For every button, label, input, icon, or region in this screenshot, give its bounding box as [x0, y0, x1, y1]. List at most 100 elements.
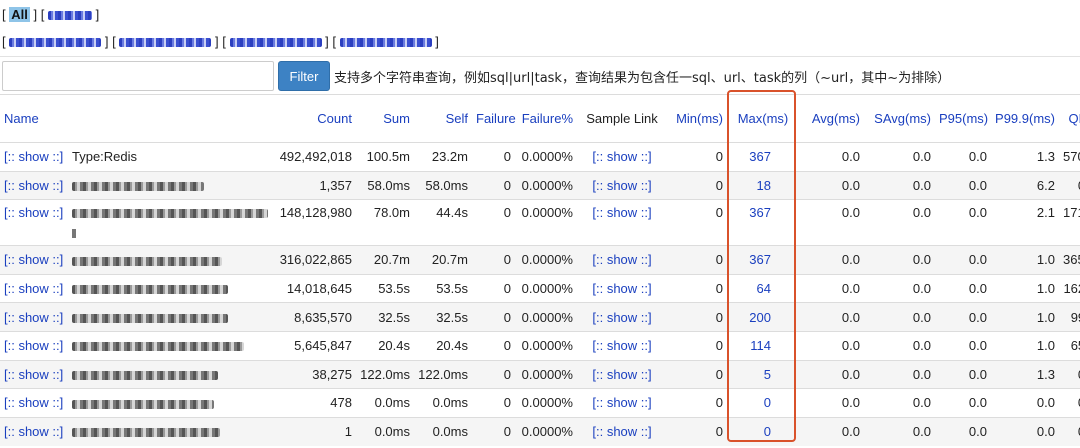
- ip-link-redacted[interactable]: [9, 38, 102, 48]
- sample-link[interactable]: [:: show ::]: [577, 359, 667, 389]
- type-name: [68, 199, 270, 246]
- table-row: [:: show ::] 1 0.0ms 0.0ms 0 0.0000% [:: show …: [0, 416, 1080, 446]
- sort-count-header[interactable]: Count: [317, 111, 352, 126]
- bracket: ]: [104, 34, 109, 49]
- bracket: [: [2, 7, 6, 22]
- min-cell: 0: [667, 388, 727, 418]
- sample-link[interactable]: [:: show ::]: [577, 199, 667, 246]
- sample-link[interactable]: [:: show ::]: [577, 245, 667, 275]
- sample-link-header: Sample Link: [577, 94, 667, 143]
- filter-all-link[interactable]: All: [9, 7, 30, 22]
- sort-sum-header[interactable]: Sum: [383, 111, 410, 126]
- min-cell: 0: [667, 416, 727, 446]
- qps-cell: 3657.7: [1059, 245, 1080, 275]
- sample-link[interactable]: [:: show ::]: [577, 273, 667, 303]
- show-link[interactable]: [:: show ::]: [0, 330, 68, 361]
- table-row: [:: show ::] 1,357 58.0ms 58.0ms 0 0.0000% [::…: [0, 170, 1080, 200]
- sum-cell: 0.0ms: [356, 388, 414, 418]
- max-link[interactable]: 0: [727, 416, 799, 446]
- qps-cell: 0.0: [1059, 388, 1080, 418]
- failure-cell: 0: [472, 142, 515, 172]
- sample-link[interactable]: [:: show ::]: [577, 388, 667, 418]
- max-link[interactable]: 200: [727, 302, 799, 332]
- qps-cell: 0.4: [1059, 359, 1080, 389]
- savg-cell: 0.0: [864, 245, 935, 275]
- sort-name-header[interactable]: Name: [4, 111, 39, 126]
- sort-self-header[interactable]: Self: [446, 111, 468, 126]
- show-link[interactable]: [:: show ::]: [0, 199, 68, 246]
- count-cell: 5,645,847: [270, 330, 356, 361]
- min-cell: 0: [667, 142, 727, 172]
- sort-savg-header[interactable]: SAvg(ms): [874, 111, 931, 126]
- savg-cell: 0.0: [864, 302, 935, 332]
- max-link[interactable]: 114: [727, 330, 799, 361]
- sort-p95-header[interactable]: P95(ms): [939, 111, 988, 126]
- sort-max-header[interactable]: Max(ms): [738, 111, 789, 126]
- failure-pct-cell: 0.0000%: [515, 302, 577, 332]
- sort-failure-header[interactable]: Failure: [476, 111, 516, 126]
- min-cell: 0: [667, 330, 727, 361]
- p999-cell: 2.1: [991, 199, 1059, 246]
- max-link[interactable]: 367: [727, 199, 799, 246]
- failure-pct-cell: 0.0000%: [515, 199, 577, 246]
- max-link[interactable]: 367: [727, 142, 799, 172]
- ip-link-redacted[interactable]: [339, 38, 432, 48]
- max-link[interactable]: 5: [727, 359, 799, 389]
- failure-cell: 0: [472, 273, 515, 303]
- count-cell: 38,275: [270, 359, 356, 389]
- sample-link[interactable]: [:: show ::]: [577, 142, 667, 172]
- count-cell: 1,357: [270, 170, 356, 200]
- max-link[interactable]: 18: [727, 170, 799, 200]
- p999-cell: 1.3: [991, 142, 1059, 172]
- show-link[interactable]: [:: show ::]: [0, 302, 68, 332]
- p95-cell: 0.0: [935, 416, 991, 446]
- ip-link-redacted[interactable]: [119, 38, 212, 48]
- show-link[interactable]: [:: show ::]: [0, 170, 68, 200]
- type-name: [68, 388, 270, 418]
- bracket: ]: [325, 34, 329, 49]
- sample-link[interactable]: [:: show ::]: [577, 416, 667, 446]
- type-label: Type:Redis: [72, 149, 138, 165]
- max-link[interactable]: 0: [727, 388, 799, 418]
- min-cell: 0: [667, 199, 727, 246]
- table-row: [:: show ::] 316,022,865 20.7m 20.7m 0 0.0000…: [0, 245, 1080, 275]
- sum-cell: 53.5s: [356, 273, 414, 303]
- savg-cell: 0.0: [864, 416, 935, 446]
- p999-cell: 1.0: [991, 302, 1059, 332]
- show-link[interactable]: [:: show ::]: [0, 273, 68, 303]
- qps-cell: 5700.1: [1059, 142, 1080, 172]
- failure-cell: 0: [472, 330, 515, 361]
- table-row: [:: show ::] 478 0.0ms 0.0ms 0 0.0000% [:: sho…: [0, 388, 1080, 418]
- sample-link[interactable]: [:: show ::]: [577, 330, 667, 361]
- sample-link[interactable]: [:: show ::]: [577, 302, 667, 332]
- p95-cell: 0.0: [935, 170, 991, 200]
- show-link[interactable]: [:: show ::]: [0, 416, 68, 446]
- avg-cell: 0.0: [799, 170, 864, 200]
- show-link[interactable]: [:: show ::]: [0, 142, 68, 172]
- self-cell: 58.0ms: [414, 170, 472, 200]
- p999-cell: 1.3: [991, 359, 1059, 389]
- sort-min-header[interactable]: Min(ms): [676, 111, 723, 126]
- show-link[interactable]: [:: show ::]: [0, 359, 68, 389]
- sort-avg-header[interactable]: Avg(ms): [812, 111, 860, 126]
- sort-p999-header[interactable]: P99.9(ms): [995, 111, 1055, 126]
- redacted-name: [72, 342, 244, 352]
- max-link[interactable]: 367: [727, 245, 799, 275]
- show-link[interactable]: [:: show ::]: [0, 245, 68, 275]
- sample-link[interactable]: [:: show ::]: [577, 170, 667, 200]
- count-cell: 1: [270, 416, 356, 446]
- sum-cell: 20.4s: [356, 330, 414, 361]
- sort-qps-header[interactable]: QPS: [1069, 111, 1080, 126]
- ip-filter-row: [ ] [ ] [ ] [ ]: [2, 33, 439, 51]
- max-link[interactable]: 64: [727, 273, 799, 303]
- ip-link-redacted[interactable]: [229, 38, 322, 48]
- show-link[interactable]: [:: show ::]: [0, 388, 68, 418]
- sort-failure-pct-header[interactable]: Failure%: [522, 111, 573, 126]
- redacted-name: [72, 285, 228, 295]
- failure-pct-cell: 0.0000%: [515, 416, 577, 446]
- filter-type-link-redacted[interactable]: [48, 11, 92, 21]
- qps-cell: 162.3: [1059, 273, 1080, 303]
- p999-cell: 1.0: [991, 330, 1059, 361]
- filter-button[interactable]: Filter: [278, 61, 330, 91]
- search-input[interactable]: [2, 61, 274, 91]
